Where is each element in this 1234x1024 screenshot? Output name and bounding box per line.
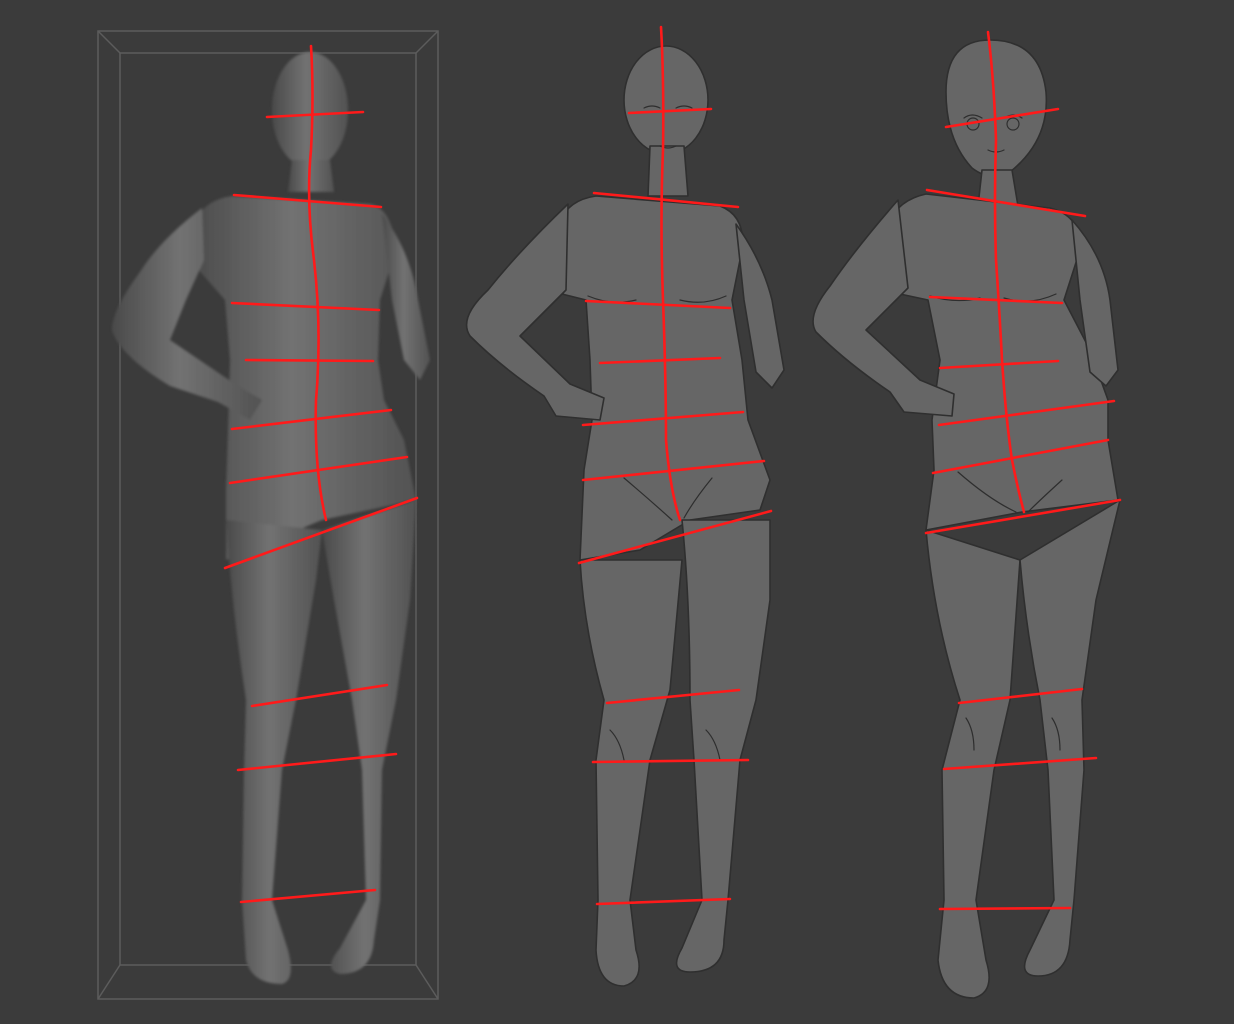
figure-lineart-realistic <box>465 25 785 987</box>
body-3d <box>112 52 430 984</box>
figure-3d-render <box>97 30 439 1000</box>
body-lineart <box>465 45 785 987</box>
figure-lineart-anime <box>812 30 1122 999</box>
body-lineart <box>812 39 1121 999</box>
proportion-comparison-canvas <box>97 25 1122 1000</box>
guide-line <box>938 906 1072 911</box>
guide-line <box>244 358 375 363</box>
